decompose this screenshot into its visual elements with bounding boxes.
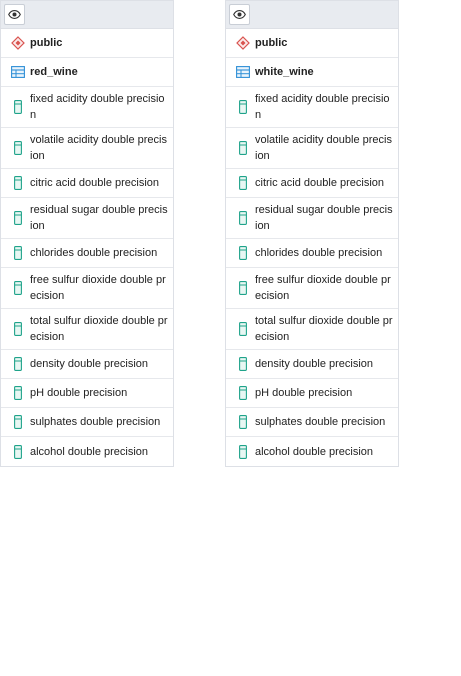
- column-label: volatile acidity double precision: [255, 134, 392, 162]
- column-icon: [235, 385, 251, 401]
- column-row[interactable]: sulphates double precision: [1, 408, 173, 437]
- column-row[interactable]: chlorides double precision: [1, 239, 173, 268]
- column-icon: [10, 444, 26, 460]
- column-label: free sulfur dioxide double precision: [30, 274, 166, 302]
- schema-row[interactable]: public: [1, 29, 173, 58]
- eye-icon: [8, 10, 21, 19]
- column-label: alcohol double precision: [255, 445, 374, 458]
- column-row[interactable]: volatile acidity double precision: [1, 128, 173, 169]
- column-icon: [235, 356, 251, 372]
- column-label: pH double precision: [255, 387, 353, 399]
- column-icon: [235, 140, 251, 156]
- column-label: total sulfur dioxide double precision: [30, 315, 168, 343]
- column-icon: [10, 414, 26, 430]
- column-row[interactable]: citric acid double precision: [226, 169, 398, 198]
- column-row[interactable]: total sulfur dioxide double precision: [1, 309, 173, 350]
- table-icon: [10, 64, 26, 80]
- column-icon: [235, 175, 251, 191]
- column-label: fixed acidity double precision: [255, 93, 390, 121]
- column-icon: [10, 140, 26, 156]
- column-row[interactable]: fixed acidity double precision: [1, 87, 173, 128]
- table-name: red_wine: [30, 66, 78, 78]
- toggle-visibility-button[interactable]: [229, 4, 250, 25]
- schema-diamond-icon: [235, 35, 251, 51]
- column-icon: [10, 321, 26, 337]
- column-label: density double precision: [30, 358, 149, 370]
- column-row[interactable]: residual sugar double precision: [1, 198, 173, 239]
- column-row[interactable]: alcohol double precision: [1, 437, 173, 466]
- column-row[interactable]: density double precision: [1, 350, 173, 379]
- column-label: chlorides double precision: [255, 247, 383, 259]
- column-icon: [235, 210, 251, 226]
- column-label: citric acid double precision: [30, 177, 160, 189]
- toggle-visibility-button[interactable]: [4, 4, 25, 25]
- column-label: chlorides double precision: [30, 247, 158, 259]
- column-row[interactable]: fixed acidity double precision: [226, 87, 398, 128]
- column-label: sulphates double precision: [255, 416, 386, 428]
- column-icon: [235, 444, 251, 460]
- column-row[interactable]: chlorides double precision: [226, 239, 398, 268]
- column-row[interactable]: free sulfur dioxide double precision: [226, 268, 398, 309]
- column-row[interactable]: density double precision: [226, 350, 398, 379]
- column-row[interactable]: volatile acidity double precision: [226, 128, 398, 169]
- column-label: free sulfur dioxide double precision: [255, 274, 391, 302]
- table-panel-red-wine: public red_wine fixed acidity double pre…: [0, 0, 174, 467]
- panel-header: [1, 0, 173, 29]
- column-label: residual sugar double precision: [30, 204, 168, 232]
- table-icon: [235, 64, 251, 80]
- eye-icon: [233, 10, 246, 19]
- column-row[interactable]: pH double precision: [1, 379, 173, 408]
- column-icon: [10, 210, 26, 226]
- column-label: pH double precision: [30, 387, 128, 399]
- column-icon: [10, 99, 26, 115]
- column-label: total sulfur dioxide double precision: [255, 315, 393, 343]
- table-row[interactable]: white_wine: [226, 58, 398, 87]
- column-label: alcohol double precision: [30, 445, 149, 458]
- column-label: residual sugar double precision: [255, 204, 393, 232]
- column-row[interactable]: residual sugar double precision: [226, 198, 398, 239]
- column-icon: [10, 175, 26, 191]
- column-icon: [235, 99, 251, 115]
- column-icon: [10, 356, 26, 372]
- schema-name: public: [255, 37, 288, 49]
- column-row[interactable]: free sulfur dioxide double precision: [1, 268, 173, 309]
- column-label: citric acid double precision: [255, 177, 385, 189]
- column-row[interactable]: citric acid double precision: [1, 169, 173, 198]
- table-row[interactable]: red_wine: [1, 58, 173, 87]
- column-row[interactable]: total sulfur dioxide double precision: [226, 309, 398, 350]
- column-row[interactable]: sulphates double precision: [226, 408, 398, 437]
- table-name: white_wine: [255, 66, 314, 78]
- column-icon: [10, 385, 26, 401]
- schema-diamond-icon: [10, 35, 26, 51]
- column-row[interactable]: pH double precision: [226, 379, 398, 408]
- column-label: volatile acidity double precision: [30, 134, 167, 162]
- panel-header: [226, 0, 398, 29]
- column-icon: [235, 321, 251, 337]
- column-icon: [235, 245, 251, 261]
- column-label: sulphates double precision: [30, 416, 161, 428]
- column-icon: [10, 280, 26, 296]
- column-label: density double precision: [255, 358, 374, 370]
- schema-name: public: [30, 37, 63, 49]
- column-icon: [10, 245, 26, 261]
- column-icon: [235, 414, 251, 430]
- table-panel-white-wine: public white_wine fixed acidity double p…: [225, 0, 399, 467]
- column-icon: [235, 280, 251, 296]
- schema-row[interactable]: public: [226, 29, 398, 58]
- column-row[interactable]: alcohol double precision: [226, 437, 398, 466]
- column-label: fixed acidity double precision: [30, 93, 165, 121]
